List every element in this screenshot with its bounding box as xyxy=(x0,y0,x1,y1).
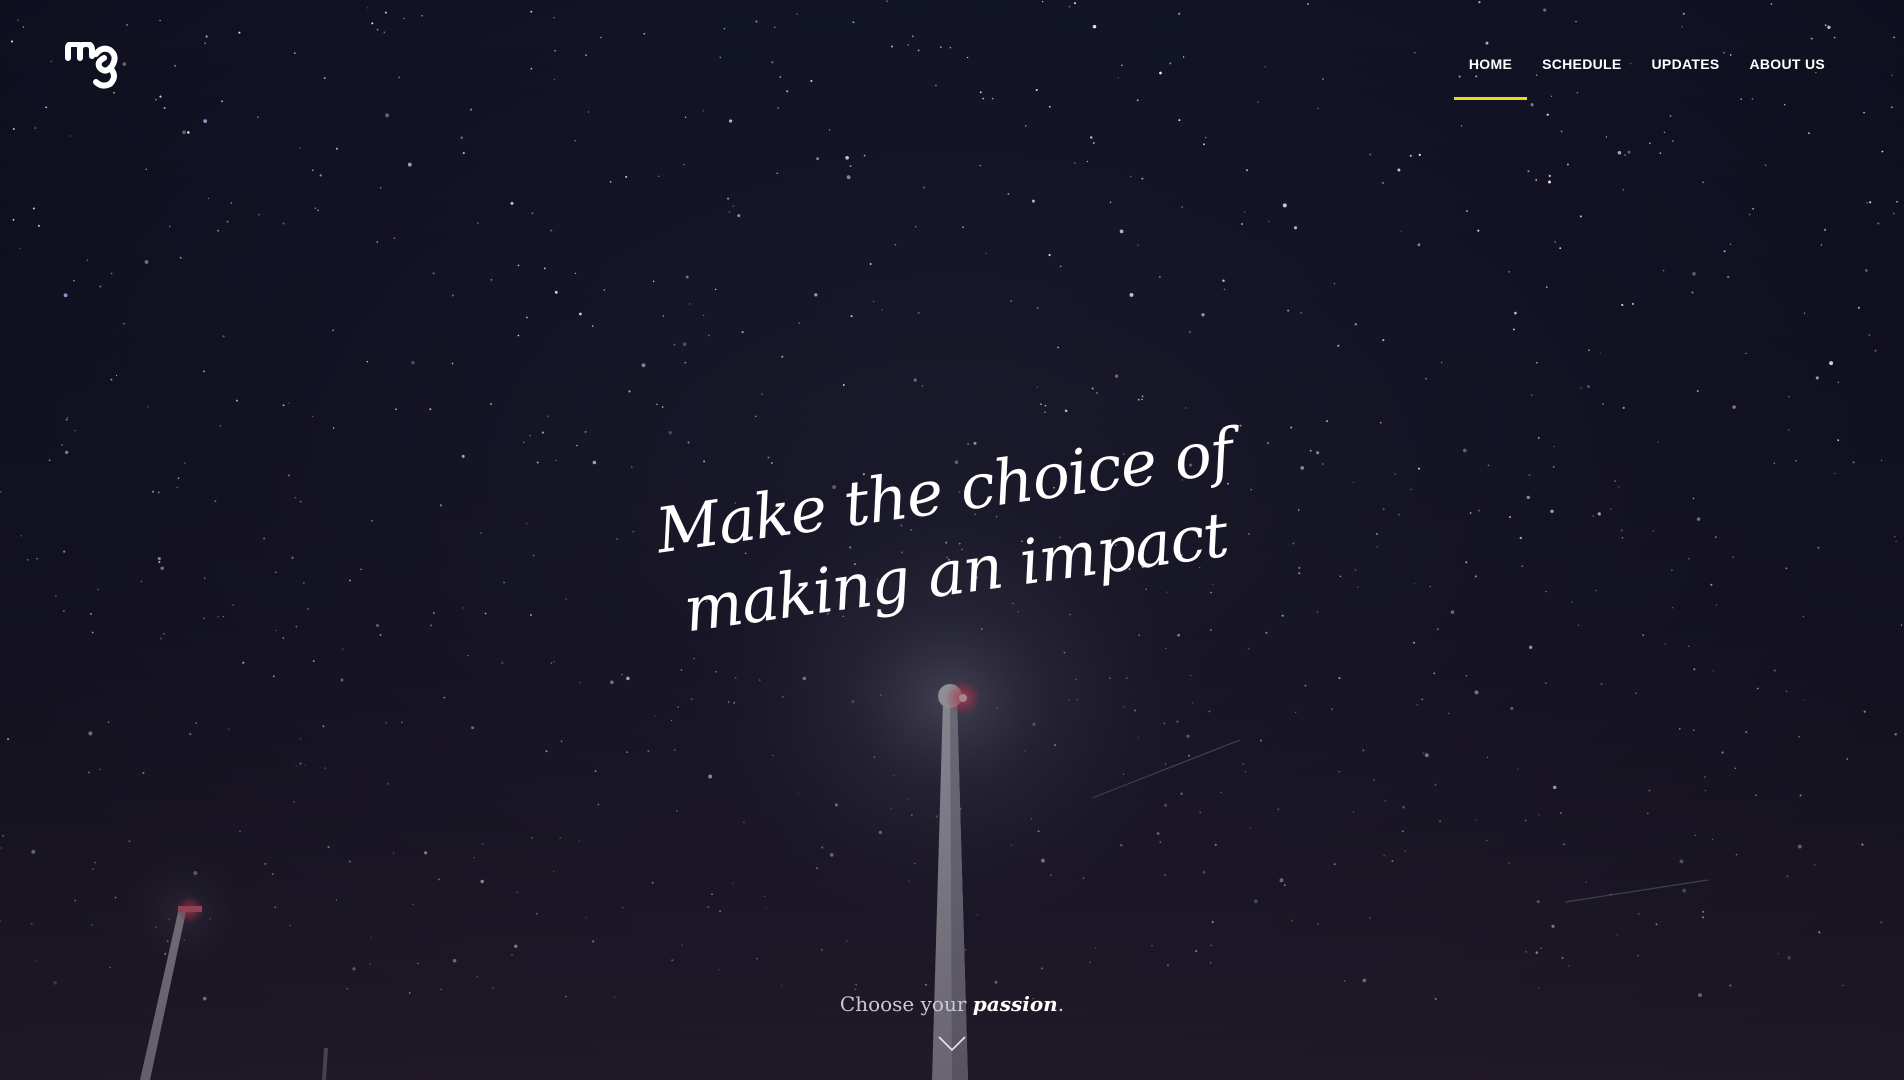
tagline-emphasis: passion xyxy=(972,992,1058,1016)
chevron-down-icon[interactable] xyxy=(938,1036,966,1052)
tagline-prefix: Choose your xyxy=(839,992,967,1016)
tagline-suffix: . xyxy=(1057,992,1065,1016)
nav-home[interactable]: HOME xyxy=(1453,56,1528,100)
nav-updates[interactable]: UPDATES xyxy=(1637,56,1735,94)
mg-logo-icon[interactable] xyxy=(64,42,120,90)
main-navigation: HOME SCHEDULE UPDATES ABOUT US xyxy=(1453,56,1840,100)
nav-schedule[interactable]: SCHEDULE xyxy=(1527,56,1636,94)
nav-about-us[interactable]: ABOUT US xyxy=(1734,56,1840,94)
hero-tagline: Choose your passion. xyxy=(0,992,1904,1016)
